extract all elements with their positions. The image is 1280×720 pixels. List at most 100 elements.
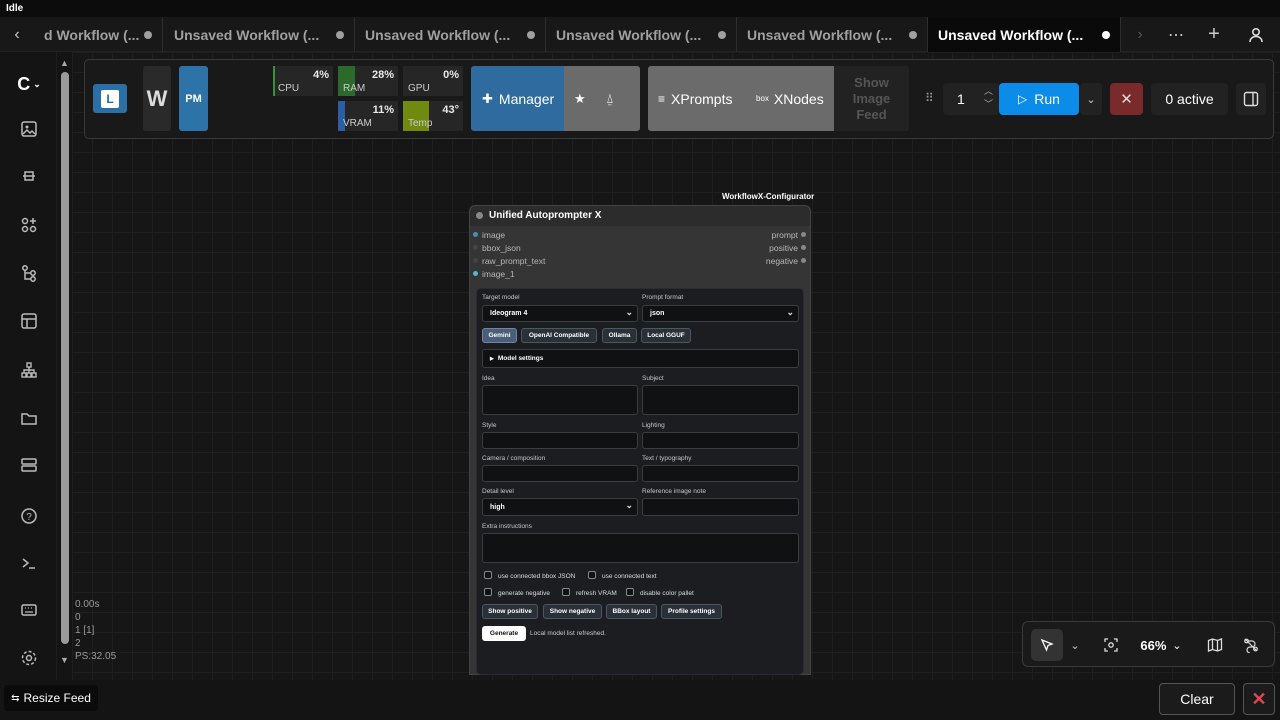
input-slot-raw-prompt-text[interactable]: raw_prompt_text [473,256,545,266]
slot-label: positive [769,243,798,253]
manager-button[interactable]: ✚ Manager [471,66,564,131]
user-icon[interactable] [1238,17,1274,52]
connected-text-checkbox[interactable] [588,571,596,579]
tab-workflow-4[interactable]: Unsaved Workflow (... [546,17,737,52]
status-text: Idle [6,3,24,14]
xnodes-button[interactable]: box XNodes [756,91,824,107]
target-model-select[interactable]: Ideogram 4 [482,305,638,322]
toggle-panel-icon[interactable] [1236,83,1266,115]
stats-fps: PS:32.05 [75,651,117,662]
refresh-vram-check-label: refresh VRAM [576,590,617,597]
hide-links-icon[interactable] [1237,629,1265,661]
input-slot-image-1[interactable]: image_1 [473,269,515,279]
tab-workflow-2[interactable]: Unsaved Workflow (... [164,17,355,52]
subject-textarea[interactable] [642,385,799,415]
typography-input[interactable] [642,465,799,482]
input-slot-image[interactable]: image [473,230,505,240]
output-slot-prompt[interactable]: prompt [772,230,806,240]
tab-workflow-1[interactable]: d Workflow (... [34,17,163,52]
batch-count-input[interactable]: 1 ︿ ﹀ [943,83,999,115]
app-logo-icon[interactable]: C ⌄ [15,70,43,98]
refresh-vram-checkbox[interactable] [562,588,570,596]
extra-instructions-textarea[interactable] [482,533,799,563]
collapse-dot-icon[interactable] [476,212,483,219]
scroll-up-icon[interactable]: ▲ [60,58,69,68]
close-feed-button[interactable]: ✕ [1243,683,1275,715]
profile-settings-button[interactable]: Profile settings [661,604,722,619]
more-options-icon[interactable]: ⋯ [1158,17,1194,52]
layout-toggle-button[interactable]: L [93,84,127,113]
idea-textarea[interactable] [482,385,638,415]
folder-icon[interactable] [15,404,43,432]
show-negative-button[interactable]: Show negative [543,604,602,619]
minimap-icon[interactable] [1201,629,1229,661]
provider-ollama-button[interactable]: Ollama [602,328,637,343]
w-button[interactable]: W [143,66,171,131]
run-options-chevron-icon[interactable]: ⌄ [1080,83,1102,115]
provider-gemini-button[interactable]: Gemini [482,328,517,343]
increment-icon[interactable]: ︿ [984,84,993,97]
decrement-icon[interactable]: ﹀ [984,97,993,110]
run-button[interactable]: ▷ Run [999,83,1079,115]
tab-workflow-3[interactable]: Unsaved Workflow (... [355,17,546,52]
select-pointer-icon[interactable] [1031,629,1063,661]
tab-workflow-active[interactable]: Unsaved Workflow (... [928,17,1121,52]
canvas-scrollbar[interactable]: ▲ ▼ [58,58,72,668]
model-settings-expander[interactable]: ▶ Model settings [482,349,799,368]
disable-color-pallet-checkbox[interactable] [626,588,634,596]
bbox-layout-button[interactable]: BBox layout [606,604,657,619]
new-tab-icon[interactable]: + [1196,17,1232,52]
settings-gear-icon[interactable] [15,644,43,672]
reference-note-input[interactable] [642,498,799,516]
queue-active-button[interactable]: 0 active [1151,83,1228,115]
style-input[interactable] [482,432,638,449]
show-positive-button[interactable]: Show positive [482,604,538,619]
lighting-input[interactable] [642,432,799,449]
camera-input[interactable] [482,465,638,482]
keyboard-icon[interactable] [15,596,43,624]
zoom-level-button[interactable]: 66% ⌄ [1131,629,1191,661]
tab-label: d Workflow (... [44,26,140,43]
output-slot-negative[interactable]: negative [766,256,806,266]
fit-view-icon[interactable] [1097,629,1125,661]
drag-handle-icon[interactable]: ⠿ [925,91,934,105]
input-slot-bbox-json[interactable]: bbox_json [473,243,521,253]
layout-icon[interactable] [15,451,43,479]
generate-button[interactable]: Generate [482,626,526,641]
resize-feed-button[interactable]: ⇆ Resize Feed [4,685,98,711]
provider-openai-button[interactable]: OpenAI Compatible [521,328,597,343]
tab-scroll-left-icon[interactable]: ‹ [0,17,34,52]
output-slot-positive[interactable]: positive [769,243,806,253]
translate-icon[interactable]: ⍙ [606,91,614,107]
bbox-json-checkbox[interactable] [484,571,492,579]
xprompts-button[interactable]: ≡ XPrompts [658,91,732,107]
pointer-mode-chevron-icon[interactable]: ⌄ [1066,629,1084,661]
star-icon[interactable]: ★ [574,91,586,107]
node-library-icon[interactable] [15,211,43,239]
node-title-bar[interactable]: Unified Autoprompter X [470,206,810,226]
generate-negative-checkbox[interactable] [484,588,492,596]
help-icon[interactable]: ? [15,502,43,530]
scroll-thumb[interactable] [61,72,69,644]
tab-scroll-right-icon[interactable]: › [1122,17,1158,52]
hierarchy-icon[interactable] [15,356,43,384]
templates-icon[interactable] [15,307,43,335]
pm-button[interactable]: PM [179,66,208,131]
close-x-icon: ✕ [1251,688,1267,709]
show-image-feed-button[interactable]: Show Image Feed [834,66,909,131]
scroll-down-icon[interactable]: ▼ [60,655,69,665]
target-model-label: Target model [482,294,520,301]
terminal-icon[interactable] [15,549,43,577]
images-icon[interactable] [15,115,43,143]
model-icon[interactable] [15,162,43,190]
disable-color-pallet-check-label: disable color pallet [640,590,694,597]
cancel-run-button[interactable]: ✕ [1110,83,1143,115]
provider-local-gguf-button[interactable]: Local GGUF [641,328,691,343]
tab-workflow-5[interactable]: Unsaved Workflow (... [737,17,928,52]
detail-level-select[interactable]: high [482,498,638,516]
workflows-icon[interactable] [15,259,43,287]
zoom-chevron-icon: ⌄ [1172,639,1182,652]
prompt-format-select[interactable]: json [642,305,799,322]
clear-label: Clear [1180,691,1214,707]
clear-button[interactable]: Clear [1159,683,1235,715]
